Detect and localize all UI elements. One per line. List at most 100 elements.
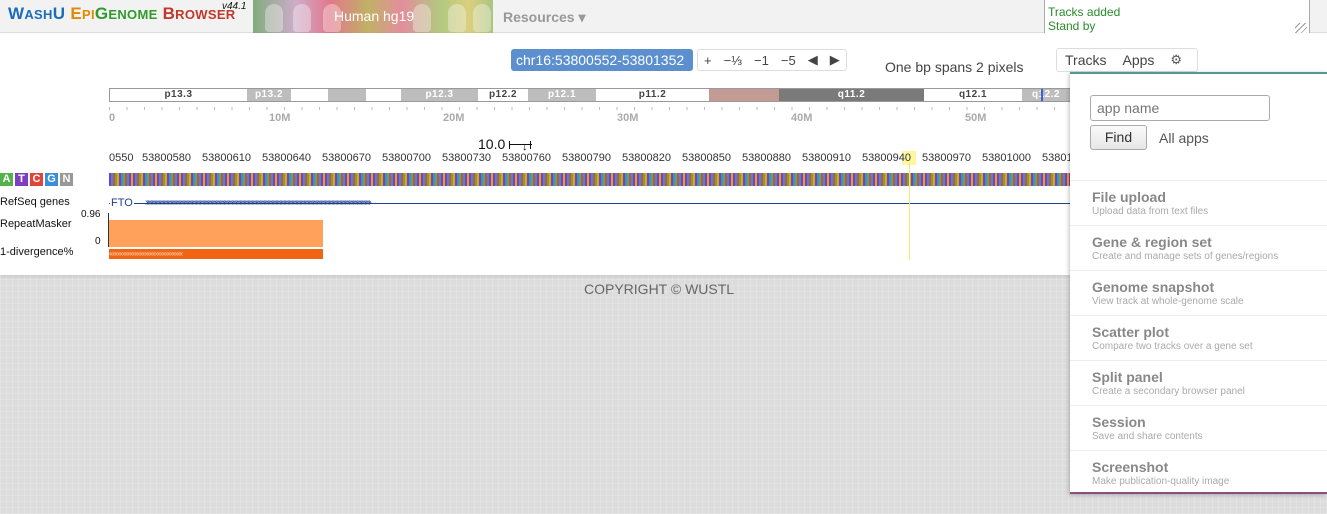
coordinate-tick: 53800730 [442, 152, 491, 164]
base-legend-g: G [45, 173, 58, 186]
coordinate-tick: 53801000 [982, 152, 1031, 164]
gene-name-fto[interactable]: FTO [110, 197, 134, 209]
ruler-label: 30M [617, 112, 639, 124]
app-list: File upload Upload data from text files Ge… [1070, 180, 1327, 495]
header-bar: WASHU EPIGENOME BROWSER v44.1 Human hg19… [0, 0, 1327, 38]
app-item-file-upload[interactable]: File upload Upload data from text files [1070, 180, 1327, 225]
find-button[interactable]: Find [1090, 125, 1147, 150]
app-description: Upload data from text files [1092, 206, 1209, 217]
coordinate-tick: 0550 [109, 152, 134, 164]
band-p13-3: p13.3 [164, 89, 193, 100]
ruler-label: 20M [443, 112, 465, 124]
coordinate-tick: 53800820 [622, 152, 671, 164]
ruler-label: 50M [965, 112, 987, 124]
scale-bar [509, 141, 532, 149]
app-title: Genome snapshot [1092, 279, 1215, 295]
coordinate-tick: 53800580 [142, 152, 191, 164]
app-item-split-panel[interactable]: Split panel Create a secondary browser pa… [1070, 360, 1327, 405]
zoom-out-third-button[interactable]: −⅓ [718, 50, 748, 70]
all-apps-link[interactable]: All apps [1159, 130, 1209, 146]
copyright-text: COPYRIGHT © WUSTL [584, 281, 735, 297]
coordinate-tick: 53800970 [922, 152, 971, 164]
app-item-gene-region-set[interactable]: Gene & region set Create and manage sets … [1070, 225, 1327, 270]
app-search-input[interactable] [1090, 95, 1270, 121]
coordinate-tick: 53800640 [262, 152, 311, 164]
app-description: Make publication-quality image [1092, 476, 1230, 487]
sequence-track[interactable] [109, 173, 1071, 186]
status-line: Stand by [1048, 19, 1096, 33]
app-description: Compare two tracks over a gene set [1092, 341, 1253, 352]
ruler-label: 0 [109, 112, 116, 124]
gear-icon[interactable]: ⚙ [1162, 52, 1190, 68]
tab-tracks[interactable]: Tracks [1057, 52, 1114, 68]
base-legend: ATCGN [0, 173, 75, 186]
current-position-marker [1041, 89, 1043, 101]
app-item-scatter-plot[interactable]: Scatter plot Compare two tracks over a ge… [1070, 315, 1327, 360]
base-legend-t: T [15, 173, 28, 186]
band-p12-3: p12.3 [401, 89, 478, 101]
status-line: Tracks added [1048, 5, 1121, 19]
track-label-refseq[interactable]: RefSeq genes [0, 196, 70, 208]
chromosome-ideogram[interactable]: p13.3 p13.2 p12.3 p12.2 p12.1 p11.2 q11.… [109, 88, 1071, 102]
app-item-genome-snapshot[interactable]: Genome snapshot View track at whole-genom… [1070, 270, 1327, 315]
band-q11-2: q11.2 [779, 89, 924, 101]
base-legend-a: A [0, 173, 13, 186]
track-label-repeatmasker[interactable]: RepeatMasker [0, 218, 72, 230]
coordinate-tick: 53800910 [802, 152, 851, 164]
tab-apps[interactable]: Apps [1114, 52, 1162, 68]
coordinate-tick: 53800700 [382, 152, 431, 164]
app-description: Save and share contents [1092, 431, 1203, 442]
zoom-out-5-button[interactable]: −5 [775, 50, 802, 70]
resolution-text: One bp spans 2 pixels [885, 59, 1024, 75]
coordinate-tick: 53800880 [742, 152, 791, 164]
app-description: Create a secondary browser panel [1092, 386, 1245, 397]
repeat-strand-strip[interactable]: ‹‹‹‹‹‹‹‹‹‹‹‹‹‹‹‹‹‹‹‹‹‹‹‹‹‹‹‹‹‹‹‹‹‹‹‹‹‹‹‹… [109, 249, 323, 259]
app-item-screenshot[interactable]: Screenshot Make publication-quality image [1070, 450, 1327, 495]
app-description: View track at whole-genome scale [1092, 296, 1244, 307]
app-title: File upload [1092, 189, 1166, 205]
band-p11-2: p11.2 [638, 89, 667, 100]
coordinate-tick: 53800610 [202, 152, 251, 164]
ruler-label: 40M [791, 112, 813, 124]
coordinate-tick: 53800790 [562, 152, 611, 164]
base-legend-c: C [30, 173, 43, 186]
pan-right-icon[interactable]: ▶ [824, 50, 846, 70]
app-title: Screenshot [1092, 459, 1169, 475]
resources-menu[interactable]: Resources ▾ [503, 9, 586, 26]
coordinate-tick: 53800760 [502, 152, 551, 164]
app-item-session[interactable]: Session Save and share contents [1070, 405, 1327, 450]
chromosome-ruler: 0 10M 20M 30M 40M 50M [109, 107, 1071, 129]
axis-max-label: 0.96 [81, 209, 101, 220]
pan-left-icon[interactable]: ◀ [802, 50, 824, 70]
zoom-in-button[interactable]: + [698, 50, 718, 70]
menu-tabs: Tracks Apps ⚙ [1056, 48, 1198, 72]
apps-dropdown: Find All apps File uploadUpload data fro… [1070, 72, 1327, 494]
app-title: Gene & region set [1092, 234, 1212, 250]
gene-strand-arrows: ››››››››››››››››››››››››››››››››››››››››… [145, 197, 372, 208]
app-title: Split panel [1092, 369, 1163, 385]
track-label-divergence: 1-divergence% [0, 246, 74, 258]
band-gap [328, 89, 366, 101]
app-title: Scatter plot [1092, 324, 1170, 340]
scale-label: 10.0 [478, 136, 506, 152]
coordinate-input[interactable]: chr16:53800552-53801352 [511, 49, 693, 71]
app-logo[interactable]: WASHU EPIGENOME BROWSER [8, 4, 235, 30]
coordinate-tick: 53800670 [322, 152, 371, 164]
coordinate-tick: 53800850 [682, 152, 731, 164]
version-label: v44.1 [222, 1, 247, 12]
navigation-controls: + −⅓ −1 −5 ◀ ▶ [697, 49, 847, 71]
band-p12-1: p12.1 [528, 89, 596, 101]
app-description: Create and manage sets of genes/regions [1092, 251, 1279, 262]
genome-label[interactable]: Human hg19 [334, 8, 414, 24]
base-legend-n: N [60, 173, 73, 186]
axis-min-label: 0 [95, 236, 101, 247]
band-p13-2: p13.2 [247, 89, 291, 101]
band-q12-1: q12.1 [958, 89, 988, 100]
repeat-element-bar[interactable] [109, 220, 323, 247]
band-p12-2: p12.2 [488, 89, 518, 100]
coordinate-tick: 53800940 [862, 152, 911, 164]
app-title: Session [1092, 414, 1146, 430]
coordinate-tick: 538010 [1042, 152, 1071, 164]
zoom-out-1-button[interactable]: −1 [748, 50, 775, 70]
band-q12-2: q12.2 [1022, 89, 1070, 101]
